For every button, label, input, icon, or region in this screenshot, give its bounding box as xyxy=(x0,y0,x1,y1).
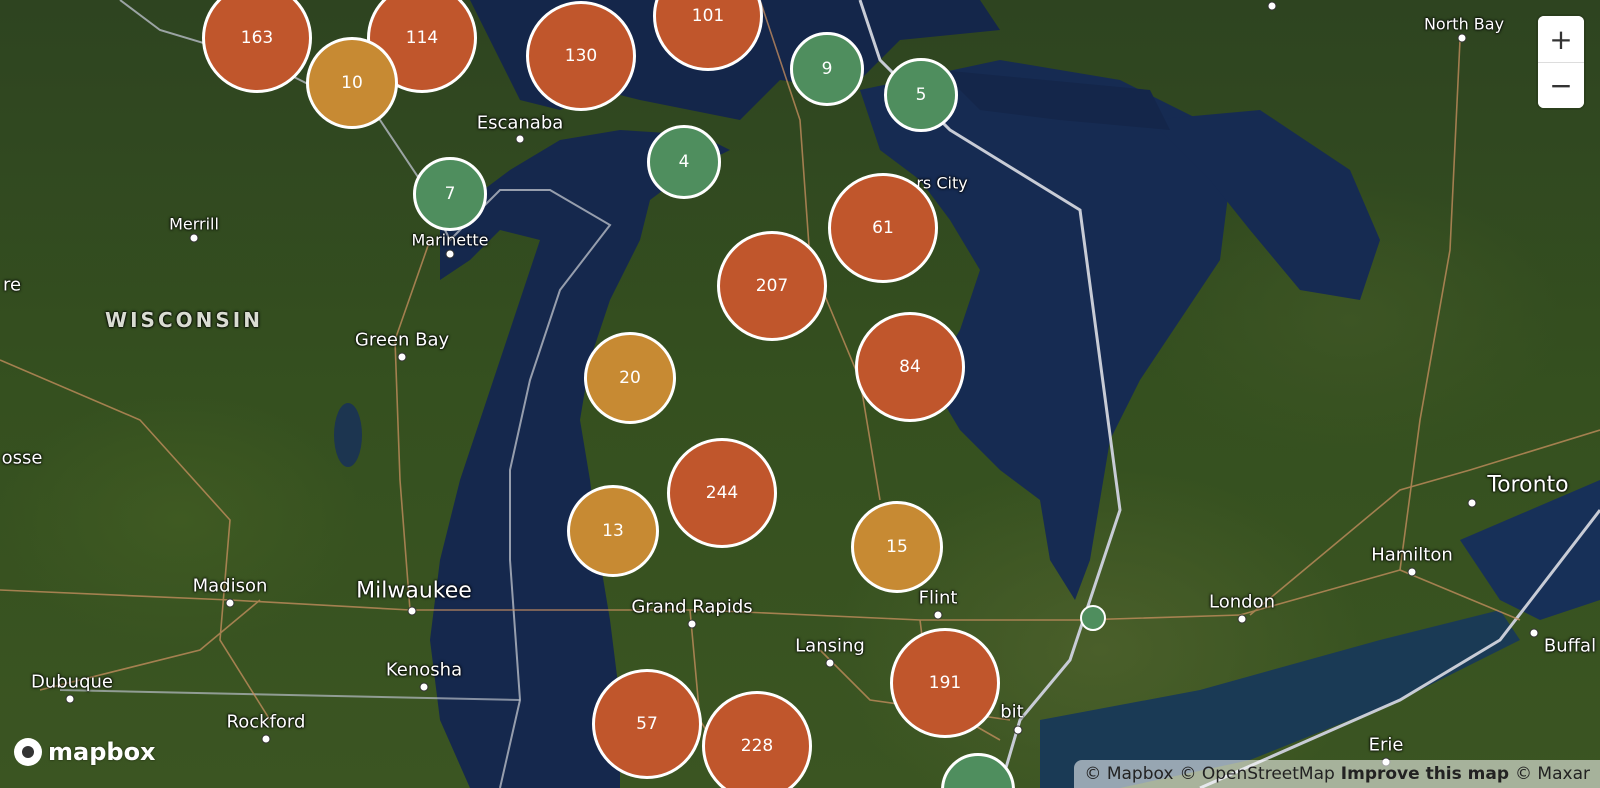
city-dot xyxy=(1457,33,1467,43)
city-dot xyxy=(515,134,525,144)
map-cluster[interactable]: 7 xyxy=(413,157,487,231)
mapbox-logo-text: mapbox xyxy=(48,738,156,766)
city-label: London xyxy=(1209,591,1275,613)
city-dot xyxy=(407,606,417,616)
map-point[interactable] xyxy=(1080,605,1106,631)
mapbox-logo[interactable]: mapbox xyxy=(14,738,156,766)
city-label: Green Bay xyxy=(354,329,450,351)
city-label: Buffal xyxy=(1543,635,1597,657)
city-label: osse xyxy=(1,447,43,469)
city-label: Merrill xyxy=(169,214,219,234)
city-label: Hamilton xyxy=(1371,544,1453,566)
improve-map-link[interactable]: Improve this map xyxy=(1341,764,1509,784)
city-dot xyxy=(225,598,235,608)
city-label: Erie xyxy=(1368,734,1404,756)
attribution-bar: © Mapbox © OpenStreetMap Improve this ma… xyxy=(1074,760,1600,788)
map-basemap xyxy=(0,0,1600,788)
attribution-maxar-link[interactable]: © Maxar xyxy=(1515,764,1590,784)
zoom-in-button[interactable]: + xyxy=(1538,16,1584,62)
city-dot xyxy=(397,352,407,362)
city-label: Marinette xyxy=(411,230,489,250)
city-dot xyxy=(445,249,455,259)
map-cluster[interactable]: 4 xyxy=(647,125,721,199)
map-cluster[interactable]: 207 xyxy=(717,231,827,341)
map-cluster[interactable]: 57 xyxy=(592,669,702,779)
city-dot xyxy=(261,734,271,744)
city-label: Flint xyxy=(918,587,958,609)
map-cluster[interactable]: 61 xyxy=(828,173,938,283)
attribution-mapbox-link[interactable]: © Mapbox xyxy=(1084,764,1173,784)
city-dot xyxy=(1467,498,1477,508)
city-label: Escanaba xyxy=(476,112,564,134)
zoom-out-button[interactable]: − xyxy=(1538,62,1584,108)
city-dot xyxy=(189,233,199,243)
map-cluster[interactable]: 191 xyxy=(890,628,1000,738)
city-label: re xyxy=(2,274,22,296)
map-cluster[interactable]: 20 xyxy=(584,332,676,424)
city-label: Toronto xyxy=(1487,472,1569,498)
city-label: North Bay xyxy=(1423,14,1505,34)
city-dot xyxy=(1237,614,1247,624)
zoom-control: + − xyxy=(1538,16,1584,108)
city-label: bit xyxy=(1000,701,1024,723)
lake-winnebago xyxy=(334,403,362,467)
region-label-wisconsin: WISCONSIN xyxy=(105,308,263,332)
map-cluster[interactable]: 15 xyxy=(851,501,943,593)
map-cluster[interactable]: 13 xyxy=(567,485,659,577)
city-label: Dubuque xyxy=(30,671,114,693)
city-dot xyxy=(825,658,835,668)
city-dot xyxy=(419,682,429,692)
mapbox-logo-icon xyxy=(14,738,42,766)
city-label: Lansing xyxy=(795,635,865,657)
city-label: Grand Rapids xyxy=(631,596,753,618)
city-dot xyxy=(1407,567,1417,577)
city-dot xyxy=(65,694,75,704)
city-label: Kenosha xyxy=(385,659,463,681)
city-label: Rockford xyxy=(226,711,306,733)
map-cluster[interactable]: 5 xyxy=(884,58,958,132)
city-label: Milwaukee xyxy=(356,578,472,604)
satellite-map[interactable]: WISCONSIN North Bay Escanaba Merrill Mar… xyxy=(0,0,1600,788)
map-cluster[interactable]: 84 xyxy=(855,312,965,422)
city-dot xyxy=(1267,1,1277,11)
city-dot xyxy=(687,619,697,629)
map-cluster[interactable]: 244 xyxy=(667,438,777,548)
attribution-osm-link[interactable]: © OpenStreetMap xyxy=(1179,764,1334,784)
city-dot xyxy=(1013,725,1023,735)
city-label: rs City xyxy=(916,173,968,193)
city-dot xyxy=(933,610,943,620)
city-dot xyxy=(1529,628,1539,638)
map-cluster[interactable]: 9 xyxy=(790,32,864,106)
city-label: Madison xyxy=(192,575,268,597)
map-cluster[interactable]: 10 xyxy=(306,37,398,129)
map-cluster[interactable]: 130 xyxy=(526,1,636,111)
